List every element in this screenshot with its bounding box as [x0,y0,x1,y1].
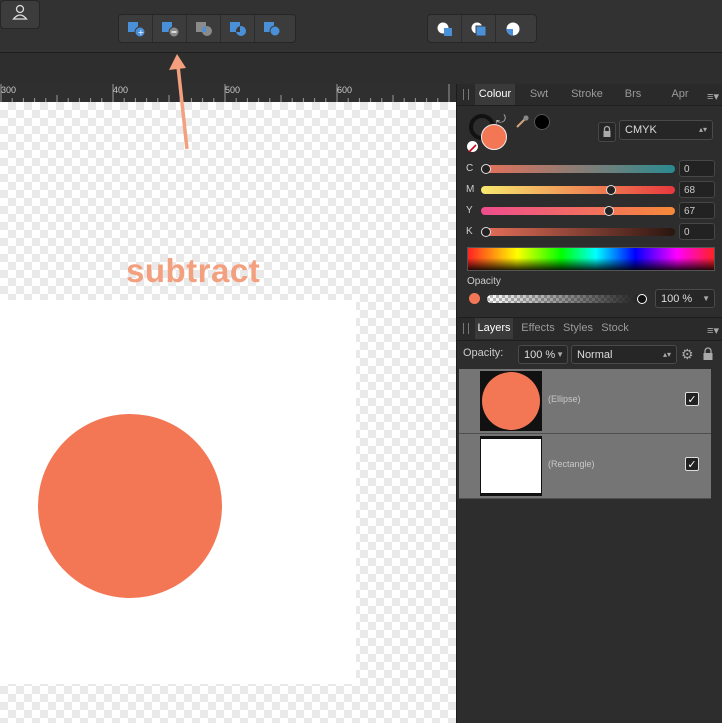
opacity-slider[interactable] [487,294,647,304]
layer-list: (Ellipse) ✓ (Rectangle) ✓ [457,369,722,723]
blend-mode-value: Normal [577,349,613,361]
add-icon[interactable]: + [119,15,153,42]
geometry-group [427,14,537,43]
slider-label-c: C [466,163,474,174]
value-k[interactable]: 0 [679,223,715,240]
slider-c[interactable] [481,164,675,174]
ruler-label: 500 [225,85,241,95]
tab-appearance[interactable]: Apr [661,84,699,105]
colour-panel-tabs: Colour Swt Stroke Brs Apr ≡▾ [457,84,722,106]
person-icon [12,4,28,25]
tab-brushes[interactable]: Brs [615,84,651,105]
layer-thumbnail [480,436,542,496]
tab-stock[interactable]: Stock [597,318,633,339]
layer-name: (Ellipse) [548,394,581,404]
context-strip [0,53,722,84]
fill-swatch[interactable] [481,124,507,150]
slider-knob[interactable] [606,185,617,195]
gear-icon[interactable]: ⚙ [681,346,694,363]
tab-styles[interactable]: Styles [560,318,596,339]
layer-thumbnail [480,371,542,431]
annotation-label: subtract [126,252,261,289]
eyedropper-icon[interactable] [514,114,530,135]
horizontal-ruler: 300 400 500 600 [0,84,456,103]
slider-knob[interactable] [481,164,491,174]
panel-grip-icon[interactable] [463,89,469,100]
combine-icon[interactable] [428,15,462,42]
slider-m[interactable] [481,185,675,195]
visibility-checkbox[interactable]: ✓ [685,392,699,406]
panel-menu-icon[interactable]: ≡▾ [707,324,719,337]
ellipse-thumbnail [482,372,540,430]
slider-knob[interactable] [604,206,615,216]
stepper-icon: ▴▾ [662,350,671,359]
layers-panel-tabs: Layers Effects Styles Stock ≡▾ [457,317,722,341]
layer-opacity-label: Opacity: [463,347,504,359]
tab-layers[interactable]: Layers [475,318,513,339]
dropdown-icon[interactable]: ▼ [702,290,710,308]
boolean-operations-group: + [118,14,296,43]
visibility-checkbox[interactable]: ✓ [685,457,699,471]
colour-model-value: CMYK [625,124,657,136]
swap-colors-icon[interactable]: ⤾ [496,112,506,127]
panel-grip-icon[interactable] [463,323,469,334]
subtract-icon[interactable] [153,15,187,42]
user-account-button[interactable] [0,0,40,29]
picked-color-swatch[interactable] [534,114,550,130]
slider-label-m: M [466,184,475,195]
value-y[interactable]: 67 [679,202,715,219]
xor-icon[interactable] [221,15,255,42]
annotation-arrow [169,54,189,150]
tab-colour[interactable]: Colour [475,84,515,105]
ruler-label: 300 [1,85,17,95]
layer-opacity-field[interactable]: 100 % ▼ [518,345,568,364]
svg-text:+: + [137,28,144,37]
ruler-label: 600 [337,85,353,95]
blend-mode-select[interactable]: Normal ▴▾ [571,345,677,364]
lock-icon[interactable] [598,122,616,142]
dropdown-icon[interactable]: ▼ [556,346,564,364]
colour-spectrum[interactable] [467,247,715,271]
layer-name: (Rectangle) [548,459,595,469]
quarter-icon[interactable] [496,15,530,42]
lock-icon[interactable] [702,346,714,367]
opacity-slider-knob[interactable] [637,294,647,304]
tab-effects[interactable]: Effects [517,318,559,339]
opacity-value: 100 % [661,293,693,305]
rectangle-thumbnail [481,439,541,493]
colour-model-select[interactable]: CMYK ▴▾ [619,120,713,140]
tab-stroke[interactable]: Stroke [565,84,609,105]
separate-icon[interactable] [462,15,496,42]
slider-label-y: Y [466,205,473,216]
document-canvas[interactable]: subtract [0,102,456,723]
intersect-icon[interactable] [187,15,221,42]
top-toolbar: + [0,0,722,53]
fill-stroke-well[interactable]: ⤾ [467,112,509,154]
right-panel: Colour Swt Stroke Brs Apr ≡▾ ⤾ CMYK ▴▾ C… [456,84,722,723]
opacity-colour-dot [469,293,480,304]
slider-y[interactable] [481,206,675,216]
slider-label-k: K [466,226,473,237]
layer-opacity-value: 100 % [524,349,556,361]
value-c[interactable]: 0 [679,160,715,177]
opacity-value-field[interactable]: 100 % ▼ [655,289,715,308]
slider-k[interactable] [481,227,675,237]
panel-menu-icon[interactable]: ≡▾ [707,90,719,103]
opacity-label: Opacity [467,276,501,287]
slider-knob[interactable] [481,227,491,237]
layer-row-ellipse[interactable]: (Ellipse) ✓ [459,369,711,434]
ellipse-shape[interactable] [38,414,222,598]
stepper-icon: ▴▾ [698,125,707,134]
value-m[interactable]: 68 [679,181,715,198]
ruler-label: 400 [113,85,129,95]
layer-row-rectangle[interactable]: (Rectangle) ✓ [459,434,711,499]
divide-icon[interactable] [255,15,289,42]
no-color-icon[interactable] [467,141,478,153]
tab-swatches[interactable]: Swt [521,84,557,105]
